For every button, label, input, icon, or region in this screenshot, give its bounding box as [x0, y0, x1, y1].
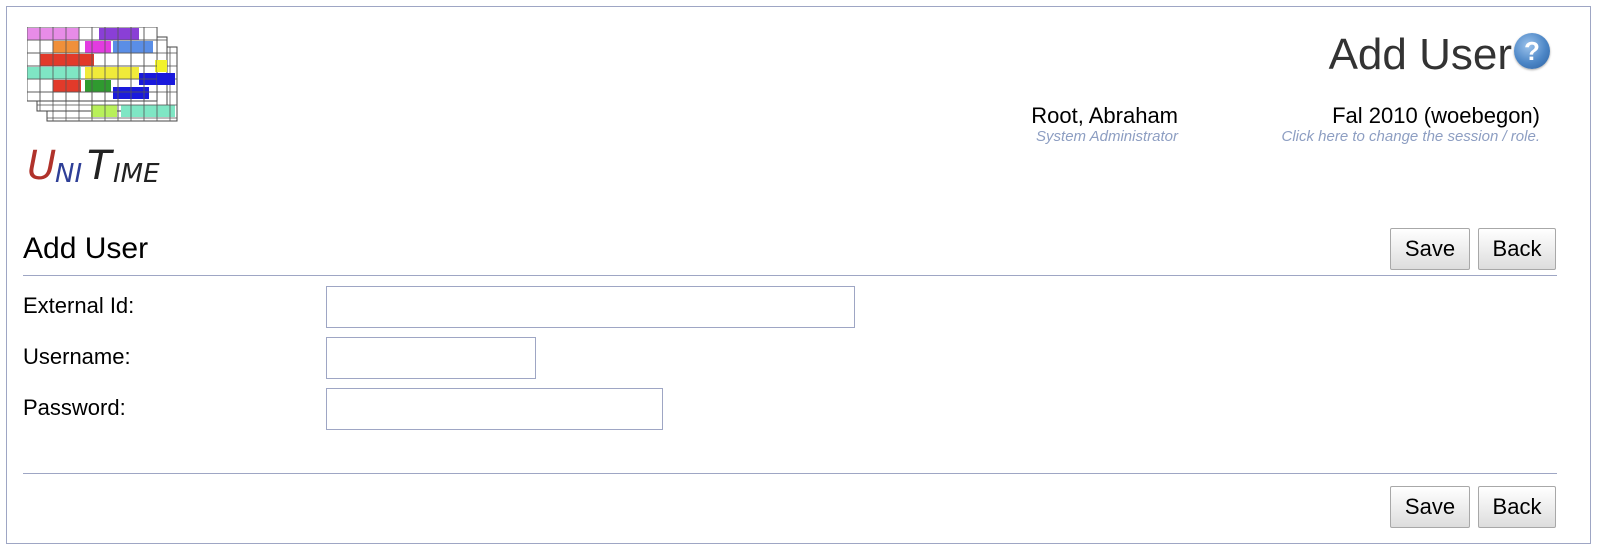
logo-letter-t: T — [87, 143, 112, 189]
header-divider — [23, 275, 1557, 276]
user-name: Root, Abraham — [1031, 103, 1178, 128]
session-name: Fal 2010 (woebegon) — [1332, 103, 1540, 128]
logo-grid-icon — [27, 27, 178, 122]
logo-letter-u: U — [27, 143, 57, 189]
logo-letters-ni: NI — [55, 159, 83, 189]
unitime-logo[interactable]: U NI T IME — [27, 27, 183, 189]
logo-letters-ime: IME — [113, 159, 160, 189]
logo-wordmark: U NI T IME — [27, 143, 187, 189]
external-id-label: External Id: — [23, 293, 135, 318]
save-button-bottom[interactable]: Save — [1390, 486, 1470, 528]
back-button-top[interactable]: Back — [1478, 228, 1556, 270]
user-info[interactable]: Root, Abraham System Administrator — [1031, 103, 1178, 145]
password-label: Password: — [23, 395, 126, 420]
page-title: Add User — [1328, 30, 1512, 79]
password-input[interactable] — [326, 388, 663, 430]
back-button-bottom[interactable]: Back — [1478, 486, 1556, 528]
session-info[interactable]: Fal 2010 (woebegon) Click here to change… — [1282, 103, 1540, 145]
external-id-input[interactable] — [326, 286, 855, 328]
username-label: Username: — [23, 344, 131, 369]
page-frame: U NI T IME Add User ? Root, Abraham Syst… — [6, 6, 1591, 544]
username-input[interactable] — [326, 337, 536, 379]
footer-divider — [23, 473, 1557, 474]
session-change-hint: Click here to change the session / role. — [1281, 128, 1540, 145]
user-role: System Administrator — [1036, 128, 1178, 145]
save-button-top[interactable]: Save — [1390, 228, 1470, 270]
help-icon[interactable]: ? — [1514, 33, 1550, 69]
section-title: Add User — [23, 232, 149, 265]
